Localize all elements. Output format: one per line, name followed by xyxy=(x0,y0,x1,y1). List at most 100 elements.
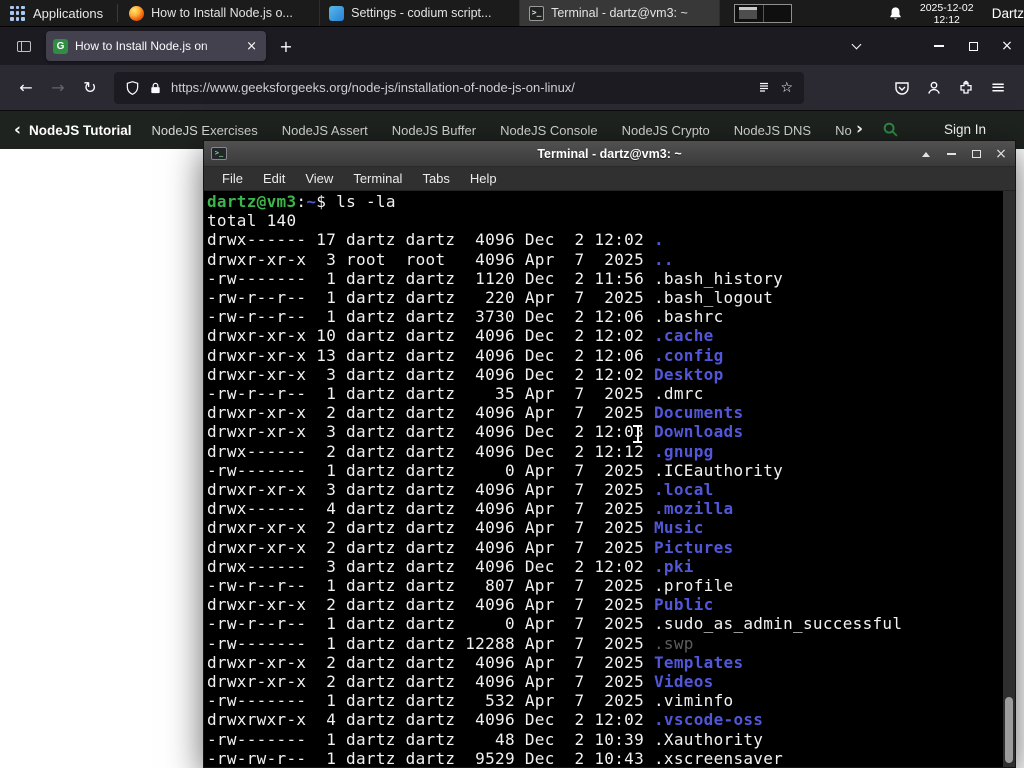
workspace-mini-window xyxy=(739,6,758,19)
terminal-line: -rw------- 1 dartz dartz 48 Dec 2 10:39 … xyxy=(207,729,764,749)
terminal-scrollbar[interactable] xyxy=(1003,191,1015,767)
panel-user-label[interactable]: Dartz xyxy=(986,6,1024,21)
panel-task-codium[interactable]: Settings - codium script... xyxy=(320,0,521,26)
browser-toolbar: ← → ↻ https://www.geeksforgeeks.org/node… xyxy=(0,65,1024,111)
gfg-nav-link[interactable]: NodeJS Buffer xyxy=(392,123,476,138)
terminal-line: -rw------- 1 dartz dartz 532 Apr 7 2025 … xyxy=(207,691,734,711)
terminal-line: dartz@vm3:~$ ls -la xyxy=(207,192,396,211)
window-controls: × xyxy=(922,27,1024,65)
tab-title: How to Install Node.js on xyxy=(75,39,208,53)
terminal-icon: >_ xyxy=(529,5,545,21)
chevron-left-icon[interactable]: ‹ xyxy=(14,121,21,139)
terminal-line: -rw------- 1 dartz dartz 0 Apr 7 2025 .I… xyxy=(207,460,784,480)
workspace-cell[interactable] xyxy=(764,5,792,22)
hamburger-menu-icon[interactable]: ≡ xyxy=(982,72,1014,104)
maximize-button[interactable] xyxy=(956,27,990,65)
terminal-line: drwx------ 17 dartz dartz 4096 Dec 2 12:… xyxy=(207,230,664,250)
terminal-line: drwxr-xr-x 2 dartz dartz 4096 Apr 7 2025… xyxy=(207,518,704,538)
pocket-icon[interactable] xyxy=(886,72,918,104)
gfg-nav-links: NodeJS Exercises NodeJS Assert NodeJS Buff… xyxy=(152,123,852,138)
gfg-favicon: G xyxy=(53,38,68,54)
gfg-nav-link[interactable]: NodeJS Assert xyxy=(282,123,368,138)
chevron-right-icon[interactable]: › xyxy=(856,121,863,138)
terminal-menu-terminal[interactable]: Terminal xyxy=(343,168,412,189)
scrollbar-thumb[interactable] xyxy=(1005,697,1013,763)
tabs-list-chevron-icon[interactable] xyxy=(846,38,866,54)
terminal-titlebar[interactable]: >_ Terminal - dartz@vm3: ~ × xyxy=(204,141,1015,167)
shade-button[interactable] xyxy=(920,141,932,167)
workspace-switcher[interactable] xyxy=(734,3,793,23)
terminal-maximize-button[interactable] xyxy=(970,141,982,167)
terminal-menu-file[interactable]: File xyxy=(212,168,253,189)
panel-clock[interactable]: 2025-12-02 12:12 xyxy=(908,1,986,26)
gfg-nav-link[interactable]: NodeJS DNS xyxy=(734,123,811,138)
new-tab-button[interactable]: + xyxy=(273,33,299,59)
url-text[interactable]: https://www.geeksforgeeks.org/node-js/in… xyxy=(171,80,748,95)
terminal-menu-edit[interactable]: Edit xyxy=(253,168,295,189)
back-button[interactable]: ← xyxy=(10,72,42,104)
terminal-app-icon: >_ xyxy=(211,147,227,160)
url-bar[interactable]: https://www.geeksforgeeks.org/node-js/in… xyxy=(114,71,804,104)
terminal-line: drwxr-xr-x 10 dartz dartz 4096 Dec 2 12:… xyxy=(207,326,714,346)
top-panel: Applications How to Install Node.js o...… xyxy=(0,0,1024,27)
applications-menu-button[interactable]: Applications xyxy=(0,0,113,26)
notification-bell-icon[interactable] xyxy=(884,6,908,21)
mouse-cursor-ibeam xyxy=(633,425,642,443)
codium-icon xyxy=(329,5,345,21)
bookmark-star-icon[interactable]: ☆ xyxy=(780,80,793,96)
panel-task-firefox[interactable]: How to Install Node.js o... xyxy=(120,0,321,26)
terminal-line: -rw-r--r-- 1 dartz dartz 0 Apr 7 2025 .s… xyxy=(207,614,903,634)
terminal-line: -rw-rw-r-- 1 dartz dartz 9529 Dec 2 10:4… xyxy=(207,748,784,767)
panel-task-list: How to Install Node.js o... Settings - co… xyxy=(120,0,721,26)
terminal-menu-help[interactable]: Help xyxy=(460,168,507,189)
firefox-view-icon[interactable] xyxy=(10,33,38,59)
clock-date: 2025-12-02 xyxy=(919,1,974,14)
terminal-line: total 140 xyxy=(207,211,297,231)
terminal-line: drwxr-xr-x 2 dartz dartz 4096 Apr 7 2025… xyxy=(207,652,744,672)
lock-icon[interactable] xyxy=(149,81,162,95)
sign-in-button[interactable]: Sign In xyxy=(944,122,986,137)
firefox-view-glyph xyxy=(17,40,31,52)
terminal-line: drwxrwxr-x 4 dartz dartz 4096 Dec 2 12:0… xyxy=(207,710,764,730)
chevron-down-icon xyxy=(851,39,861,50)
close-button[interactable]: × xyxy=(990,27,1024,65)
terminal-output: dartz@vm3:~$ ls -la total 140 drwx------ 1… xyxy=(207,192,1001,767)
gfg-nav-link[interactable]: NodeJS Exercises xyxy=(152,123,258,138)
reload-button[interactable]: ↻ xyxy=(74,72,106,104)
workspace-cell-active[interactable] xyxy=(735,4,764,22)
forward-button[interactable]: → xyxy=(42,72,74,104)
terminal-line: -rw-r--r-- 1 dartz dartz 3730 Dec 2 12:0… xyxy=(207,307,724,327)
terminal-line: -rw-r--r-- 1 dartz dartz 35 Apr 7 2025 .… xyxy=(207,384,704,404)
terminal-line: drwx------ 2 dartz dartz 4096 Dec 2 12:1… xyxy=(207,441,714,461)
gfg-nav-link[interactable]: NodeJS Crypto xyxy=(622,123,710,138)
panel-separator xyxy=(117,4,119,22)
gfg-nav-primary[interactable]: NodeJS Tutorial xyxy=(29,123,132,138)
terminal-close-button[interactable]: × xyxy=(995,141,1007,167)
terminal-line: drwxr-xr-x 3 root root 4096 Apr 7 2025 .… xyxy=(207,249,674,269)
account-icon[interactable] xyxy=(918,72,950,104)
panel-task-title: Terminal - dartz@vm3: ~ xyxy=(551,6,688,20)
gfg-nav-link[interactable]: NodeJS Console xyxy=(500,123,598,138)
browser-tab[interactable]: G How to Install Node.js on × xyxy=(46,31,266,61)
terminal-menu-tabs[interactable]: Tabs xyxy=(412,168,459,189)
reader-view-icon[interactable] xyxy=(757,81,771,95)
terminal-line: drwx------ 3 dartz dartz 4096 Dec 2 12:0… xyxy=(207,556,694,576)
minimize-icon xyxy=(946,153,956,155)
applications-menu-label: Applications xyxy=(33,5,104,21)
applications-grid-icon xyxy=(10,5,25,21)
gfg-nav-link[interactable]: Node xyxy=(835,123,851,138)
panel-task-title: How to Install Node.js o... xyxy=(151,6,293,20)
maximize-icon xyxy=(968,41,978,51)
terminal-line: drwxr-xr-x 3 dartz dartz 4096 Dec 2 12:0… xyxy=(207,364,724,384)
tracking-shield-icon[interactable] xyxy=(125,80,140,96)
terminal-line: drwxr-xr-x 3 dartz dartz 4096 Dec 2 12:0… xyxy=(207,422,744,442)
terminal-minimize-button[interactable] xyxy=(945,141,957,167)
clock-time: 12:12 xyxy=(933,13,960,26)
terminal-menu-view[interactable]: View xyxy=(295,168,343,189)
panel-task-terminal[interactable]: >_ Terminal - dartz@vm3: ~ xyxy=(520,0,721,26)
extensions-icon[interactable] xyxy=(950,72,982,104)
minimize-button[interactable] xyxy=(922,27,956,65)
caret-up-icon xyxy=(922,151,930,157)
tab-close-icon[interactable]: × xyxy=(244,38,259,55)
terminal-line: drwx------ 4 dartz dartz 4096 Apr 7 2025… xyxy=(207,499,734,519)
